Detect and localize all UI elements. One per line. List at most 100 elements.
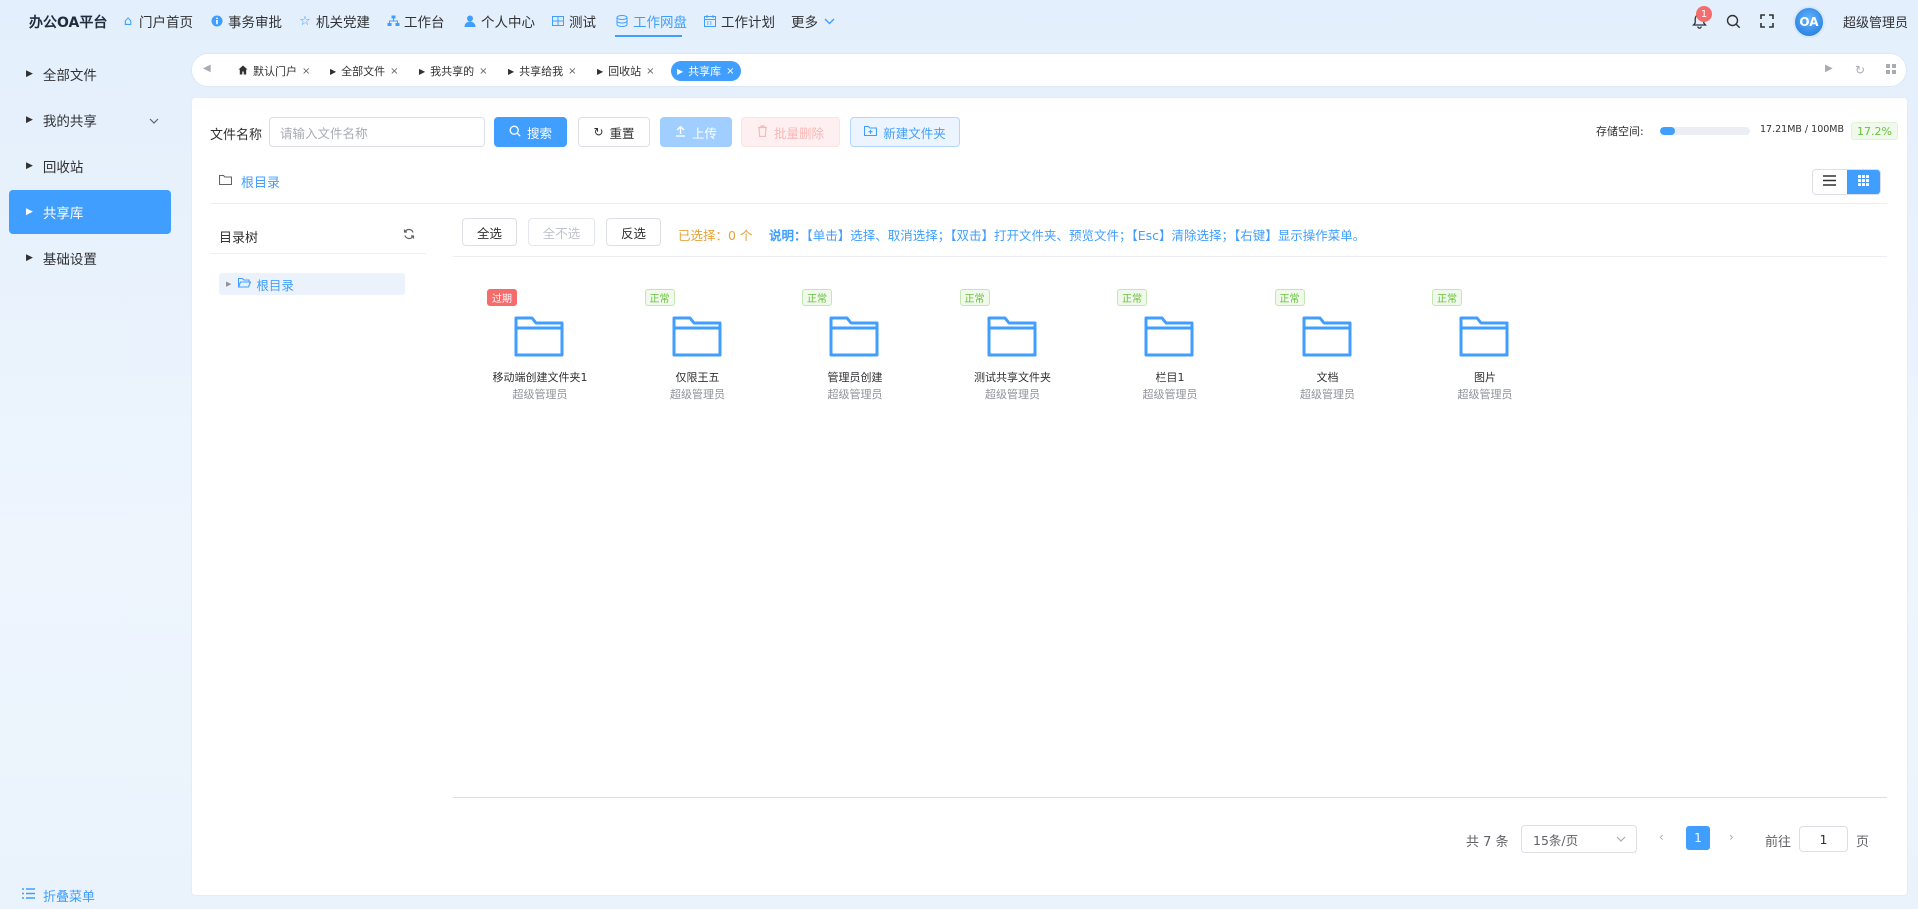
storage-progress-bar — [1660, 127, 1750, 135]
file-item[interactable]: 正常 图片 超级管理员 — [1420, 289, 1550, 407]
refresh-icon[interactable]: ↻ — [1855, 63, 1865, 77]
file-name: 仅限王五 — [675, 371, 720, 384]
file-owner: 超级管理员 — [1142, 388, 1198, 401]
nav-label: 工作台 — [404, 15, 445, 31]
folder-open-icon — [238, 277, 252, 291]
page-number-current[interactable]: 1 — [1686, 826, 1710, 850]
nav-more[interactable]: 更多 — [791, 10, 836, 32]
file-item[interactable]: 正常 管理员创建 超级管理员 — [790, 289, 920, 407]
file-item[interactable]: 正常 仅限王五 超级管理员 — [633, 289, 763, 407]
storage-progress-fill — [1660, 127, 1676, 135]
list-view-button[interactable] — [1813, 170, 1847, 194]
tabs-scroll-right-icon[interactable]: ▶ — [1825, 63, 1833, 74]
nav-label: 测试 — [569, 15, 596, 31]
caret-right-icon: ▶ — [419, 66, 426, 76]
caret-right-icon[interactable]: ▶ — [226, 280, 231, 288]
nav-party-building[interactable]: ☆ 机关党建 — [298, 10, 370, 32]
select-none-button[interactable]: 全不选 — [528, 218, 595, 246]
tab-shared-library[interactable]: ▶ 共享库 × — [671, 61, 741, 81]
tabs-menu-icon[interactable] — [1885, 63, 1897, 78]
close-icon[interactable]: × — [726, 66, 734, 77]
tree-node-root[interactable]: ▶ 根目录 — [219, 273, 405, 295]
prev-page-icon[interactable]: ‹ — [1659, 830, 1664, 844]
usage-note-label: 说明： — [769, 228, 807, 243]
nav-workbench[interactable]: 工作台 — [386, 10, 445, 32]
home-icon: ⌂ — [123, 13, 133, 29]
file-item[interactable]: 正常 文档 超级管理员 — [1263, 289, 1393, 407]
sidebar-item-all-files[interactable]: ▶ 全部文件 — [9, 52, 171, 96]
folder-add-icon — [864, 125, 878, 139]
tab-all-files[interactable]: ▶ 全部文件 × — [324, 61, 405, 81]
file-owner: 超级管理员 — [1300, 388, 1355, 401]
tabs-scroll-left-icon[interactable]: ◀ — [203, 63, 211, 74]
search-icon[interactable] — [1723, 11, 1743, 31]
list-icon — [22, 888, 35, 903]
grid-view-button[interactable] — [1846, 170, 1880, 194]
sidebar-item-my-shares[interactable]: ▶ 我的共享 — [9, 98, 171, 142]
file-item[interactable]: 过期 移动端创建文件夹1 超级管理员 — [475, 289, 605, 407]
caret-right-icon: ▶ — [508, 66, 515, 76]
file-item[interactable]: 正常 测试共享文件夹 超级管理员 — [948, 289, 1078, 407]
storage-label: 存储空间: — [1596, 125, 1644, 138]
avatar[interactable]: OA — [1793, 6, 1825, 38]
view-mode-toggle — [1812, 169, 1881, 195]
tab-label: 默认门户 — [253, 65, 297, 78]
sidebar-item-basic-settings[interactable]: ▶ 基础设置 — [9, 236, 171, 280]
username-label[interactable]: 超级管理员 — [1843, 12, 1908, 31]
status-badge: 正常 — [1274, 289, 1305, 306]
file-owner: 超级管理员 — [670, 388, 725, 401]
notification-badge: 1 — [1696, 6, 1712, 22]
new-folder-button[interactable]: 新建文件夹 — [850, 117, 960, 147]
fullscreen-icon[interactable] — [1757, 11, 1777, 31]
select-all-button[interactable]: 全选 — [462, 218, 517, 246]
next-page-icon[interactable]: › — [1729, 830, 1734, 844]
tab-recycle-bin[interactable]: ▶ 回收站 × — [591, 61, 661, 81]
filename-search-input[interactable]: 请输入文件名称 — [269, 117, 485, 147]
close-icon[interactable]: × — [390, 66, 398, 77]
tab-default-portal[interactable]: 默认门户 × — [232, 61, 316, 81]
nav-work-disk[interactable]: 工作网盘 — [615, 10, 687, 32]
nav-label: 门户首页 — [139, 15, 193, 31]
tab-shared-with-me[interactable]: ▶ 共享给我 × — [502, 61, 583, 81]
batch-delete-button[interactable]: 批量删除 — [741, 117, 840, 147]
star-icon: ☆ — [299, 13, 311, 29]
caret-right-icon: ▶ — [677, 66, 684, 76]
breadcrumb[interactable]: 根目录 — [218, 172, 280, 191]
goto-page-input[interactable]: 1 — [1799, 826, 1848, 852]
file-item[interactable]: 正常 栏目1 超级管理员 — [1105, 289, 1235, 407]
caret-right-icon: ▶ — [597, 66, 604, 76]
close-icon[interactable]: × — [479, 66, 487, 77]
nav-portal-home[interactable]: ⌂ 门户首页 — [121, 10, 193, 32]
breadcrumb-root[interactable]: 根目录 — [241, 172, 280, 191]
tree-refresh-icon[interactable] — [403, 228, 415, 243]
close-icon[interactable]: × — [568, 66, 576, 77]
collapse-menu-label: 折叠菜单 — [43, 890, 96, 905]
invert-selection-button[interactable]: 反选 — [606, 218, 661, 246]
collapse-menu-button[interactable]: 折叠菜单 — [22, 886, 95, 905]
nav-personal-center[interactable]: 个人中心 — [463, 10, 535, 32]
search-button[interactable]: 搜索 — [494, 117, 567, 147]
upload-button[interactable]: 上传 — [660, 117, 732, 147]
caret-right-icon: ▶ — [26, 207, 33, 217]
nav-active-indicator — [615, 35, 682, 37]
close-icon[interactable]: × — [646, 66, 654, 77]
search-button-label: 搜索 — [526, 125, 552, 141]
main-card — [191, 97, 1908, 896]
page-size-select[interactable]: 15条/页 — [1521, 825, 1637, 853]
nav-approval[interactable]: 事务审批 — [210, 10, 282, 32]
tab-my-shared[interactable]: ▶ 我共享的 × — [413, 61, 494, 81]
reset-button[interactable]: ↻ 重置 — [578, 117, 650, 147]
sidebar-item-recycle-bin[interactable]: ▶ 回收站 — [9, 144, 171, 188]
grid-icon — [1857, 174, 1869, 190]
close-icon[interactable]: × — [302, 66, 310, 77]
new-folder-button-label: 新建文件夹 — [883, 125, 946, 141]
brand-title: 办公OA平台 — [29, 15, 108, 31]
reset-button-label: 重置 — [609, 125, 635, 141]
nav-test[interactable]: 测试 — [551, 10, 596, 32]
nav-work-plan[interactable]: 工作计划 — [703, 10, 775, 32]
file-owner: 超级管理员 — [985, 388, 1040, 401]
trash-icon — [757, 124, 768, 140]
file-name: 管理员创建 — [827, 371, 883, 384]
sidebar-item-shared-library[interactable]: ▶ 共享库 — [9, 190, 171, 234]
home-icon — [238, 65, 248, 77]
